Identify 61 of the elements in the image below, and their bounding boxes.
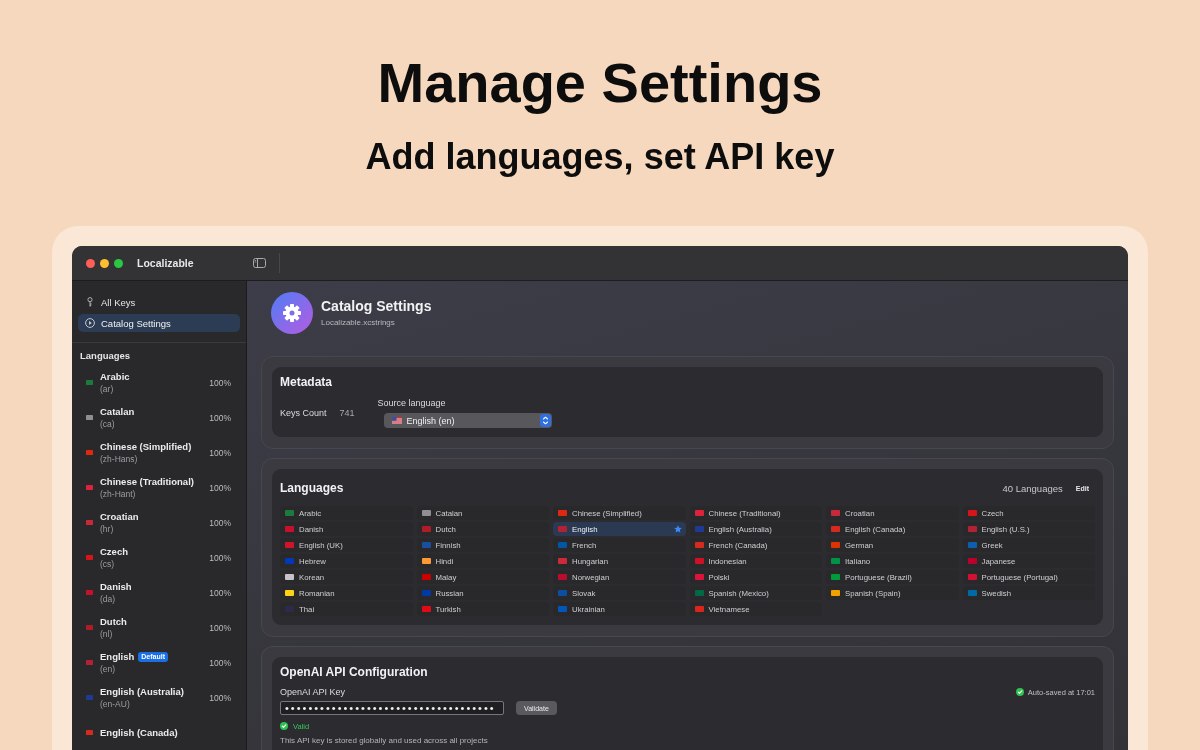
check-circle-icon (280, 722, 288, 730)
api-key-field[interactable]: •••••••••••••••••••••••••••••••••••• (280, 701, 504, 715)
language-name: Chinese (Traditional) (100, 475, 194, 488)
section-title: Metadata (280, 375, 333, 389)
field-label: Keys Count (280, 406, 327, 419)
help-text: This API key is stored globally and used across all projects (280, 736, 489, 746)
language-name: Dutch (100, 615, 127, 628)
language-name: English (100, 650, 135, 663)
section-heading: Languages (79, 349, 132, 363)
language-name: Danish (100, 580, 132, 593)
window-title: Localizable (137, 257, 194, 269)
key-icon (85, 297, 95, 307)
progress-percent: 100% (209, 482, 231, 493)
language-code: (cs) (100, 558, 116, 570)
source-language-dropdown[interactable]: English (en) (383, 413, 552, 428)
minimize-icon[interactable] (100, 258, 109, 268)
language-code: (ca) (100, 418, 116, 430)
language-code: (zh-Hans) (100, 453, 139, 465)
field-label: Source language (377, 397, 447, 409)
nav-item[interactable]: All Keys (78, 293, 240, 311)
language-name: Chinese (Simplified) (100, 440, 192, 453)
check-circle-icon (1015, 688, 1024, 696)
progress-percent: 100% (209, 657, 231, 668)
language-code: (hr) (100, 523, 115, 535)
zoom-icon[interactable] (114, 258, 123, 268)
language-name: English (Australia) (100, 685, 184, 698)
language-code: (zh-Hant) (100, 488, 137, 500)
gear-icon (271, 292, 313, 334)
language-code: (da) (100, 593, 117, 605)
close-icon[interactable] (86, 258, 95, 268)
progress-percent: 100% (209, 622, 231, 633)
page-title: Catalog Settings (321, 298, 432, 315)
section-title: OpenAI API Configuration (280, 665, 429, 679)
progress-percent: 100% (209, 412, 231, 423)
flag-icon (391, 417, 402, 424)
language-name: Croatian (100, 510, 139, 523)
file-name: Localizable.xcstrings (321, 318, 396, 328)
nav-item[interactable]: Catalog Settings (78, 314, 240, 332)
language-count: 40 Languages (1002, 482, 1063, 494)
progress-percent: 100% (209, 447, 231, 458)
language-code: (ar) (100, 383, 115, 395)
language-name: English (Canada) (100, 726, 178, 739)
language-name: Arabic (100, 370, 130, 383)
language-code: (nl) (100, 628, 114, 640)
progress-percent: 100% (209, 587, 231, 598)
sidebar-toggle-icon[interactable] (253, 258, 266, 268)
field-label: OpenAI API Key (280, 686, 346, 698)
hero-subtitle: Add languages, set API key (365, 135, 835, 179)
progress-percent: 100% (209, 552, 231, 563)
section-title: Languages (280, 481, 345, 495)
language-name: Czech (100, 545, 128, 558)
play-circle-icon (85, 318, 95, 328)
progress-percent: 100% (209, 377, 231, 388)
language-name: Catalan (100, 405, 135, 418)
language-code: (en) (100, 663, 117, 675)
keys-count-value: 741 (339, 406, 355, 419)
chevron-updown-icon (539, 414, 551, 427)
progress-percent: 100% (209, 517, 231, 528)
hero-title: Manage Settings (377, 50, 823, 116)
language-code: (en-AU) (100, 698, 131, 710)
progress-percent: 100% (209, 692, 231, 703)
